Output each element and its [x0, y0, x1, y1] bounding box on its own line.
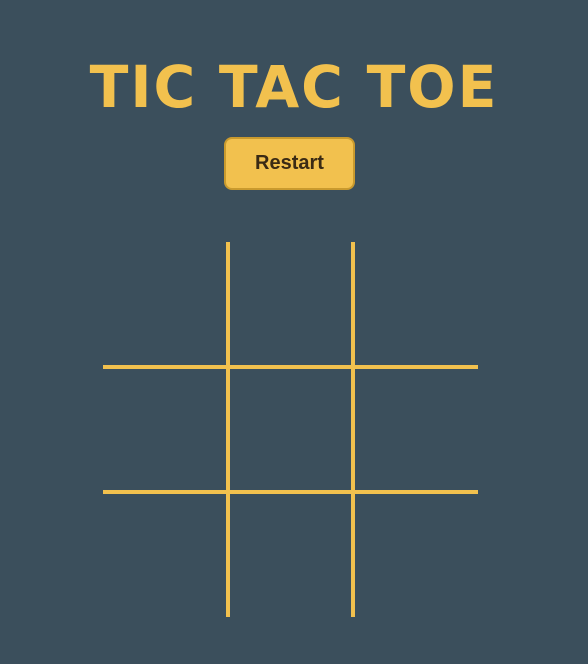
game-title: TIC TAC TOE — [89, 53, 499, 121]
board-cell-6[interactable] — [353, 367, 478, 492]
board-cell-7[interactable] — [103, 492, 228, 617]
restart-button[interactable]: Restart — [224, 137, 355, 190]
board-cell-1[interactable] — [103, 242, 228, 367]
board-cell-9[interactable] — [353, 492, 478, 617]
board-cell-5[interactable] — [228, 367, 353, 492]
board-cell-4[interactable] — [103, 367, 228, 492]
board-cell-8[interactable] — [228, 492, 353, 617]
board-cell-3[interactable] — [353, 242, 478, 367]
game-board — [103, 242, 478, 617]
board-cell-2[interactable] — [228, 242, 353, 367]
